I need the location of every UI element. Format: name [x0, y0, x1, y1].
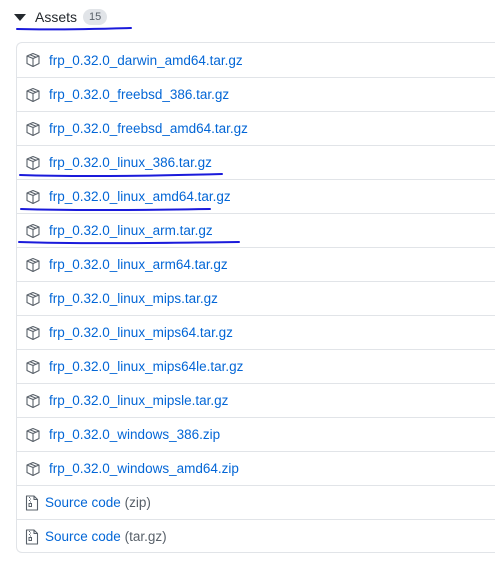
asset-row: Source code (tar.gz) [17, 519, 495, 552]
asset-row: frp_0.32.0_linux_mips.tar.gz [17, 281, 495, 315]
assets-title: Assets [35, 9, 78, 25]
asset-row: frp_0.32.0_darwin_amd64.tar.gz [17, 43, 495, 77]
underline-assets [16, 27, 132, 31]
source-code-ext: (zip) [124, 495, 151, 510]
asset-list: frp_0.32.0_darwin_amd64.tar.gz frp_0.32.… [16, 42, 495, 553]
package-icon [26, 257, 40, 272]
file-zip-icon [25, 494, 39, 511]
package-icon [26, 393, 40, 408]
asset-row: Source code (zip) [17, 485, 495, 519]
asset-link-darwin-amd64[interactable]: frp_0.32.0_darwin_amd64.tar.gz [49, 53, 243, 68]
source-code-label: Source code [45, 529, 121, 544]
package-icon [26, 461, 40, 476]
package-icon [26, 291, 40, 306]
file-zip-icon [25, 528, 39, 545]
assets-count-badge: 15 [83, 9, 108, 25]
asset-link-linux-arm[interactable]: frp_0.32.0_linux_arm.tar.gz [49, 223, 213, 238]
package-icon [26, 427, 40, 442]
asset-row: frp_0.32.0_linux_mips64le.tar.gz [17, 349, 495, 383]
package-icon [26, 359, 40, 374]
asset-link-windows-386[interactable]: frp_0.32.0_windows_386.zip [49, 427, 220, 442]
package-icon [26, 121, 40, 136]
asset-row: frp_0.32.0_linux_arm64.tar.gz [17, 247, 495, 281]
source-code-label: Source code [45, 495, 121, 510]
asset-row: frp_0.32.0_linux_386.tar.gz [17, 145, 495, 179]
asset-row: frp_0.32.0_linux_arm.tar.gz [17, 213, 495, 247]
package-icon [26, 189, 40, 204]
asset-link-freebsd-amd64[interactable]: frp_0.32.0_freebsd_amd64.tar.gz [49, 121, 248, 136]
source-code-targz-link[interactable]: Source code (tar.gz) [45, 529, 167, 544]
asset-link-linux-mips64le[interactable]: frp_0.32.0_linux_mips64le.tar.gz [49, 359, 243, 374]
asset-link-linux-arm64[interactable]: frp_0.32.0_linux_arm64.tar.gz [49, 257, 228, 272]
asset-link-windows-amd64[interactable]: frp_0.32.0_windows_amd64.zip [49, 461, 239, 476]
assets-toggle[interactable]: Assets 15 [14, 6, 108, 28]
asset-row: frp_0.32.0_freebsd_amd64.tar.gz [17, 111, 495, 145]
package-icon [26, 325, 40, 340]
source-code-ext: (tar.gz) [124, 529, 167, 544]
asset-link-linux-amd64[interactable]: frp_0.32.0_linux_amd64.tar.gz [49, 189, 231, 204]
asset-link-freebsd-386[interactable]: frp_0.32.0_freebsd_386.tar.gz [49, 87, 229, 102]
asset-row: frp_0.32.0_windows_amd64.zip [17, 451, 495, 485]
asset-row: frp_0.32.0_freebsd_386.tar.gz [17, 77, 495, 111]
asset-row: frp_0.32.0_linux_mips64.tar.gz [17, 315, 495, 349]
asset-link-linux-386[interactable]: frp_0.32.0_linux_386.tar.gz [49, 155, 212, 170]
package-icon [26, 52, 40, 68]
package-icon [26, 87, 40, 102]
asset-link-linux-mipsle[interactable]: frp_0.32.0_linux_mipsle.tar.gz [49, 393, 228, 408]
asset-link-linux-mips[interactable]: frp_0.32.0_linux_mips.tar.gz [49, 291, 218, 306]
asset-row: frp_0.32.0_windows_386.zip [17, 417, 495, 451]
package-icon [26, 155, 40, 170]
source-code-zip-link[interactable]: Source code (zip) [45, 495, 151, 510]
asset-link-linux-mips64[interactable]: frp_0.32.0_linux_mips64.tar.gz [49, 325, 233, 340]
asset-row: frp_0.32.0_linux_amd64.tar.gz [17, 179, 495, 213]
asset-row: frp_0.32.0_linux_mipsle.tar.gz [17, 383, 495, 417]
caret-down-icon [14, 14, 26, 21]
package-icon [26, 223, 40, 238]
